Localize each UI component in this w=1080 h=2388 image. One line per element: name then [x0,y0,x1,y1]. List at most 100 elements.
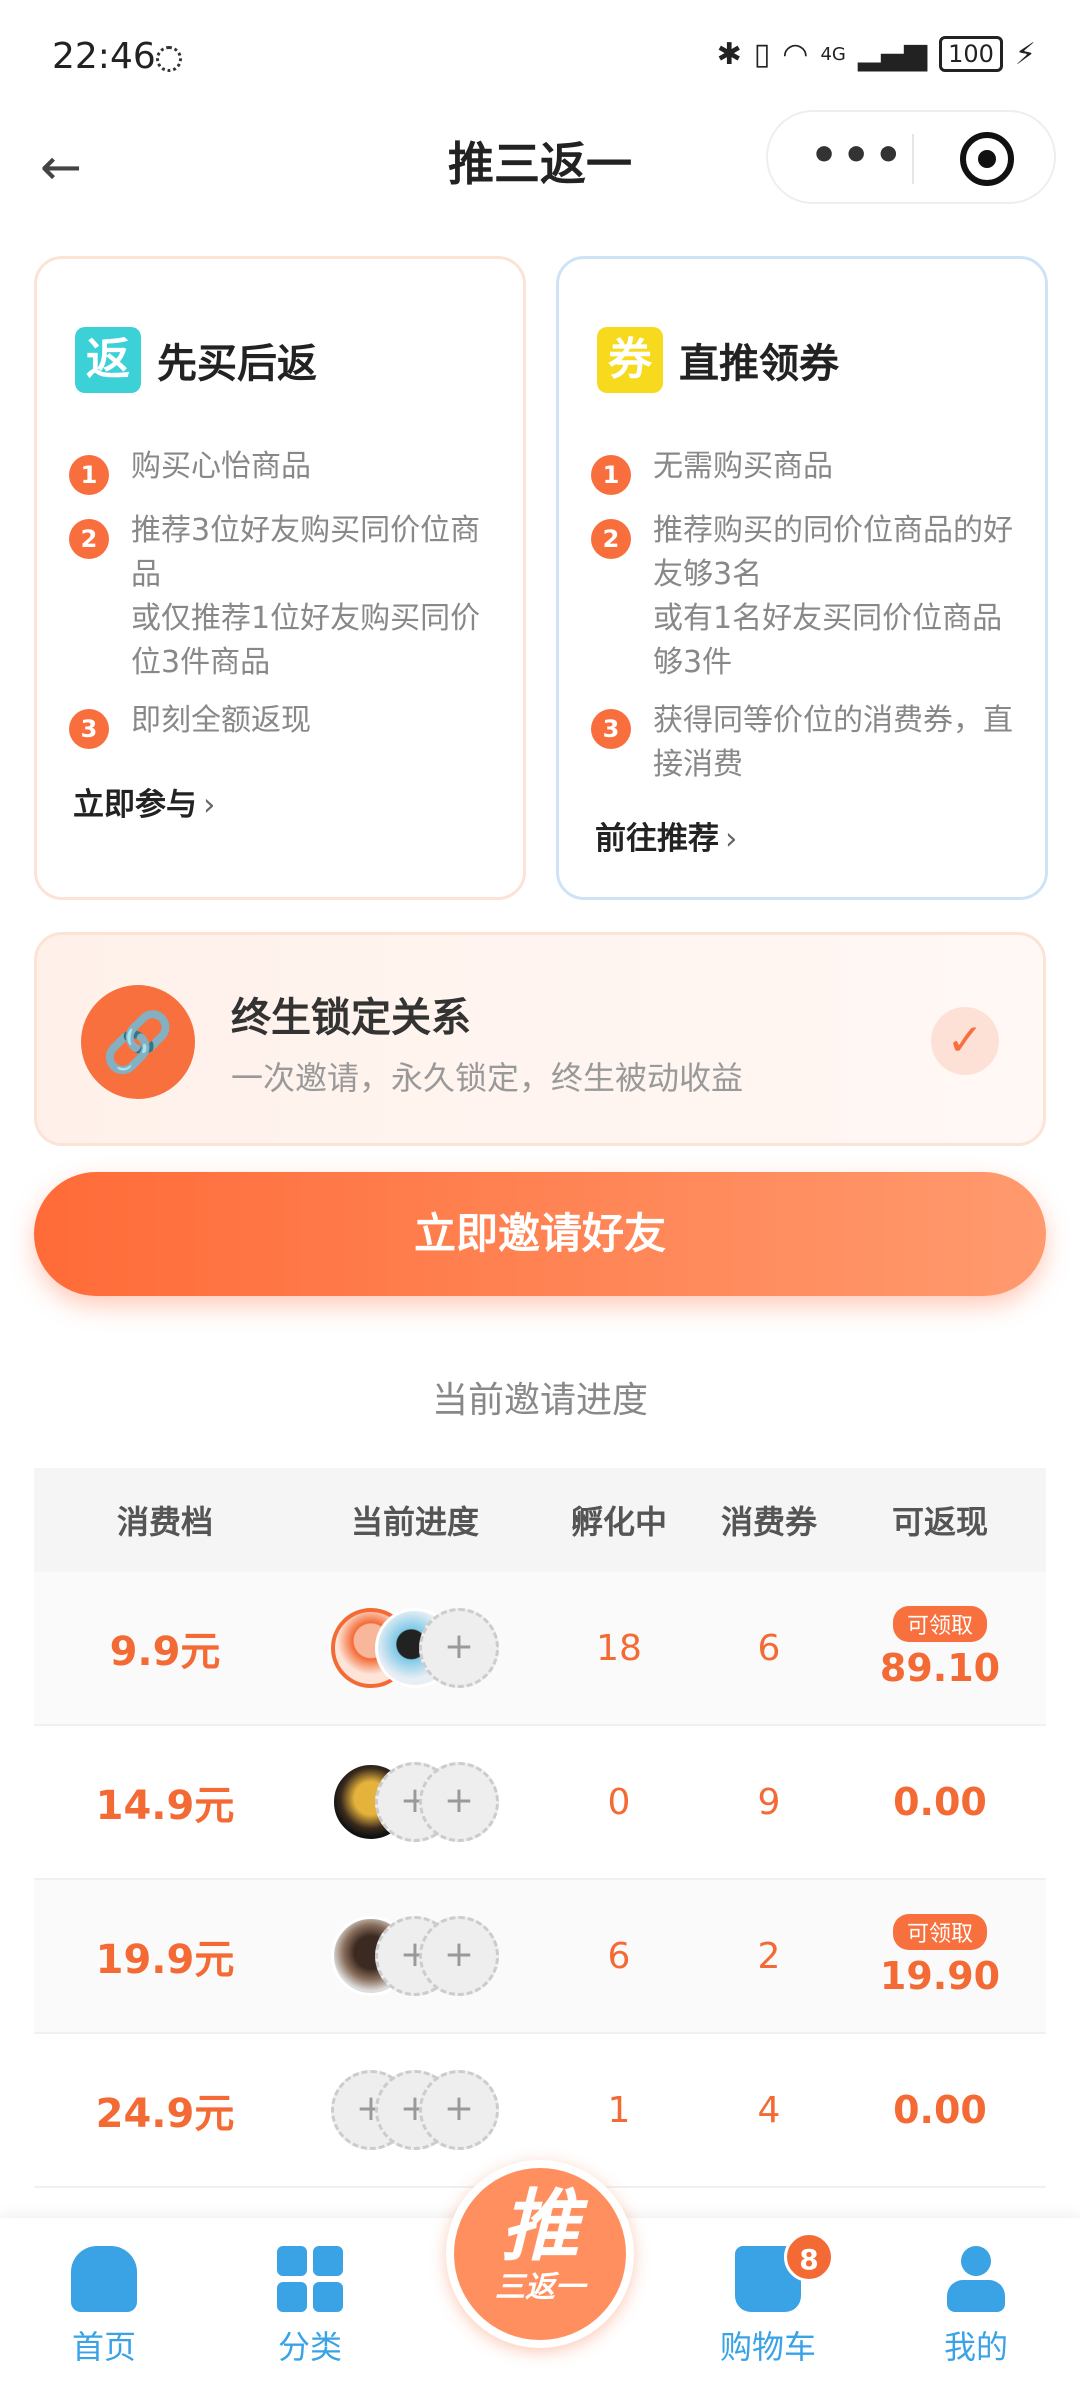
hatching-count: 6 [607,1935,631,1977]
progress-table-header: 消费档 当前进度 孵化中 消费券 可返现 [34,1468,1046,1572]
grid-icon [277,2246,343,2312]
step-item: 1 购买心怡商品 [69,445,493,495]
tab-label: 首页 [71,2328,136,2366]
step-item: 2 推荐购买的同价位商品的好友够3名 或有1名好友买同价位商品够3件 [591,509,1015,685]
add-slot-icon[interactable]: + [419,1916,499,1996]
invite-avatars: + + + [296,2070,534,2150]
cashback-amount: 19.90 [879,1954,1001,1998]
step-number: 3 [69,709,109,749]
table-row: 19.9元 + + 6 2 可领取 19.90 [34,1880,1046,2034]
signal-icon: ▂▄▆ [857,36,928,72]
join-now-link[interactable]: 立即参与 › [73,779,215,824]
tab-label: 分类 [277,2328,342,2366]
miniapp-capsule: ••• [766,110,1056,204]
close-target-icon[interactable] [960,132,1014,186]
table-row: 9.9元 + 18 6 可领取 89.10 [34,1572,1046,1726]
tab-cart[interactable]: 8 购物车 [698,2232,838,2368]
cashback-cell[interactable]: 可领取 19.90 [834,1914,1046,1998]
capsule-divider [912,134,914,184]
tab-me[interactable]: 我的 [906,2246,1046,2368]
step-text: 即刻全额返现 [131,703,311,738]
cart-count-badge: 8 [784,2232,834,2282]
claimable-badge[interactable]: 可领取 [892,1606,987,1642]
tab-label: 购物车 [719,2328,816,2366]
step-number: 2 [69,519,109,559]
step-text: 推荐3位好友购买同价位商品 或仅推荐1位好友购买同价位3件商品 [131,513,481,680]
card-title: 直推领券 [679,341,839,387]
progress-title: 当前邀请进度 [431,1380,648,1421]
status-bar: 22:46 ✱ ▯ ◠ 4G ▂▄▆ 100 ⚡ [0,0,1080,110]
home-icon [71,2246,137,2312]
cashback-cell[interactable]: 可领取 89.10 [834,1606,1046,1690]
cashback-amount: 0.00 [893,2088,987,2132]
step-item: 1 无需购买商品 [591,445,1015,495]
coupon-count: 9 [757,1781,781,1823]
direct-coupon-card: 券 直推领券 1 无需购买商品 2 推荐购买的同价位商品的好友够3名 或有1名好友买… [556,256,1048,900]
hatching-count: 18 [596,1627,642,1669]
header-cashback: 可返现 [891,1503,988,1541]
cashback-amount: 0.00 [893,1780,987,1824]
cashback-cell: 0.00 [834,1780,1046,1824]
charging-icon: ⚡ [1014,36,1036,72]
hatching-count: 0 [607,1781,631,1823]
step-item: 2 推荐3位好友购买同价位商品 或仅推荐1位好友购买同价位3件商品 [69,509,493,685]
chevron-right-icon: › [725,821,738,857]
add-slot-icon[interactable]: + [419,1762,499,1842]
header-progress: 当前进度 [350,1503,479,1541]
tab-category[interactable]: 分类 [240,2246,380,2368]
network-label: 4G [820,43,846,65]
step-number: 3 [591,709,631,749]
coupon-count: 4 [757,2089,781,2131]
coupon-count: 6 [757,1627,781,1669]
wifi-icon: ◠ [782,36,809,72]
card-title: 先买后返 [157,341,317,387]
step-item: 3 即刻全额返现 [69,699,493,749]
cashback-cell: 0.00 [834,2088,1046,2132]
user-icon [943,2246,1009,2312]
claimable-badge[interactable]: 可领取 [892,1914,987,1950]
step-text: 购买心怡商品 [131,449,311,484]
step-text: 获得同等价位的消费券，直接消费 [653,703,1013,782]
header-coupons: 消费券 [720,1503,817,1541]
cta-label: 立即参与 [73,787,197,823]
tier-price: 9.9元 [109,1629,221,1675]
step-text: 推荐购买的同价位商品的好友够3名 或有1名好友买同价位商品够3件 [653,513,1013,680]
add-slot-icon[interactable]: + [419,1608,499,1688]
invite-progress-panel: 当前邀请进度 消费档 当前进度 孵化中 消费券 可返现 9.9元 + 18 6 … [34,1334,1046,2214]
loading-icon [156,46,182,72]
bluetooth-icon: ✱ [716,36,742,72]
lifetime-lock-banner: 🔗 终生锁定关系 一次邀请，永久锁定，终生被动收益 ✓ [34,932,1046,1146]
step-number: 1 [69,455,109,495]
lock-subtitle: 一次邀请，永久锁定，终生被动收益 [231,1059,744,1097]
step-text: 无需购买商品 [653,449,833,484]
add-slot-icon[interactable]: + [419,2070,499,2150]
return-badge-icon: 返 [75,327,141,393]
cta-label: 前往推荐 [595,821,719,857]
status-icons: ✱ ▯ ◠ 4G ▂▄▆ 100 ⚡ [717,36,1036,72]
cashback-amount: 89.10 [879,1646,1001,1690]
more-dots-icon[interactable]: ••• [810,130,906,181]
header-tier: 消费档 [116,1503,213,1541]
lock-title: 终生锁定关系 [231,995,471,1041]
step-number: 1 [591,455,631,495]
chevron-right-icon: › [203,787,216,823]
center-small-label: 三返一 [495,2270,585,2305]
tier-price: 24.9元 [95,2091,235,2137]
coupon-badge-icon: 券 [597,327,663,393]
coupon-count: 2 [757,1935,781,1977]
invite-friends-button[interactable]: 立即邀请好友 [34,1172,1046,1296]
header-hatching: 孵化中 [570,1503,667,1541]
invite-avatars: + + [296,1916,534,1996]
hatching-count: 1 [607,2089,631,2131]
tab-home[interactable]: 首页 [34,2246,174,2368]
step-number: 2 [591,519,631,559]
vibrate-icon: ▯ [753,36,771,72]
tier-price: 19.9元 [95,1937,235,1983]
go-recommend-link[interactable]: 前往推荐 › [595,813,737,858]
battery-icon: 100 [939,36,1003,72]
step-item: 3 获得同等价位的消费券，直接消费 [591,699,1015,787]
tier-price: 14.9元 [95,1783,235,1829]
table-row: 14.9元 + + 0 9 0.00 [34,1726,1046,1880]
tab-recommend-center-button[interactable]: 推 三返一 [446,2160,634,2348]
buy-first-card: 返 先买后返 1 购买心怡商品 2 推荐3位好友购买同价位商品 或仅推荐1位好友购买… [34,256,526,900]
